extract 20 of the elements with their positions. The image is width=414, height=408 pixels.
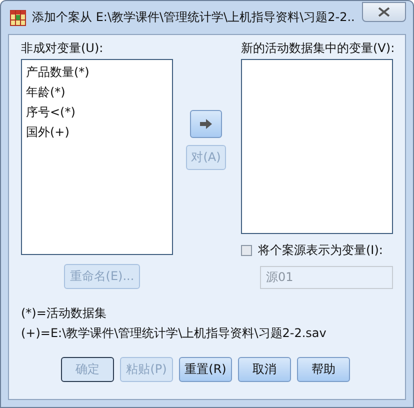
close-icon [378,6,390,16]
arrow-icon [199,118,213,130]
variable-item[interactable]: 产品数量(*) [26,62,168,82]
variable-item[interactable]: 国外(+) [26,122,168,142]
dialog-button[interactable]: 取消 [238,357,291,382]
list-label: 非成对变量(U): [21,41,104,56]
unpaired-variables-list[interactable]: 产品数量(*) 年龄(*) 序号<(*) 国外(+) [21,59,173,256]
table-icon [10,10,26,26]
legend-note: (+)=E:\教学课件\管理统计学\上机指导资料\习题2-2.sav [21,325,328,341]
legend-note: (*)=活动数据集 [21,305,108,321]
list-label: 新的活动数据集中的变量(V): [241,41,393,56]
checkbox-label: 将个案源表示为变量(I): [258,242,383,259]
close-button[interactable] [362,2,406,22]
move-button[interactable] [190,110,222,138]
variable-item[interactable]: 序号<(*) [26,102,168,122]
dialog-button[interactable]: 帮助 [297,357,350,382]
variable-item[interactable]: 年龄(*) [26,82,168,102]
window-title: 添加个案从 E:\教学课件\管理统计学\上机指导资料\习题2-2... [32,9,356,26]
new-variables-list[interactable] [241,59,393,234]
dialog-button[interactable]: 重置(R) [179,357,232,382]
